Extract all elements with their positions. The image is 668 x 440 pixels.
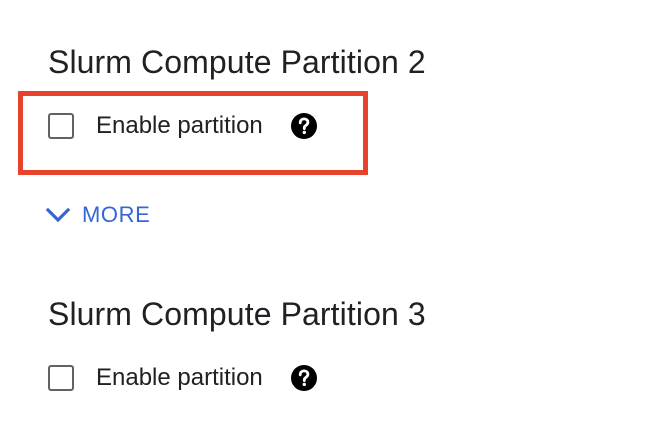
partition-settings-panel: Slurm Compute Partition 2 Enable partiti…: [0, 0, 668, 440]
partition-3-enable-checkbox[interactable]: [48, 365, 74, 391]
more-toggle-link[interactable]: MORE: [44, 201, 150, 229]
help-icon[interactable]: [290, 112, 318, 140]
partition-3-enable-row: Enable partition: [48, 361, 318, 395]
partition-3-enable-label[interactable]: Enable partition: [96, 363, 263, 393]
more-toggle-label: MORE: [82, 202, 151, 227]
partition-2-title: Slurm Compute Partition 2: [48, 44, 426, 80]
partition-2-enable-label[interactable]: Enable partition: [96, 111, 263, 141]
partition-2-enable-row: Enable partition: [48, 109, 318, 143]
help-icon[interactable]: [290, 364, 318, 392]
chevron-down-icon: [45, 207, 71, 223]
partition-2-enable-checkbox[interactable]: [48, 113, 74, 139]
partition-3-title: Slurm Compute Partition 3: [48, 296, 426, 332]
